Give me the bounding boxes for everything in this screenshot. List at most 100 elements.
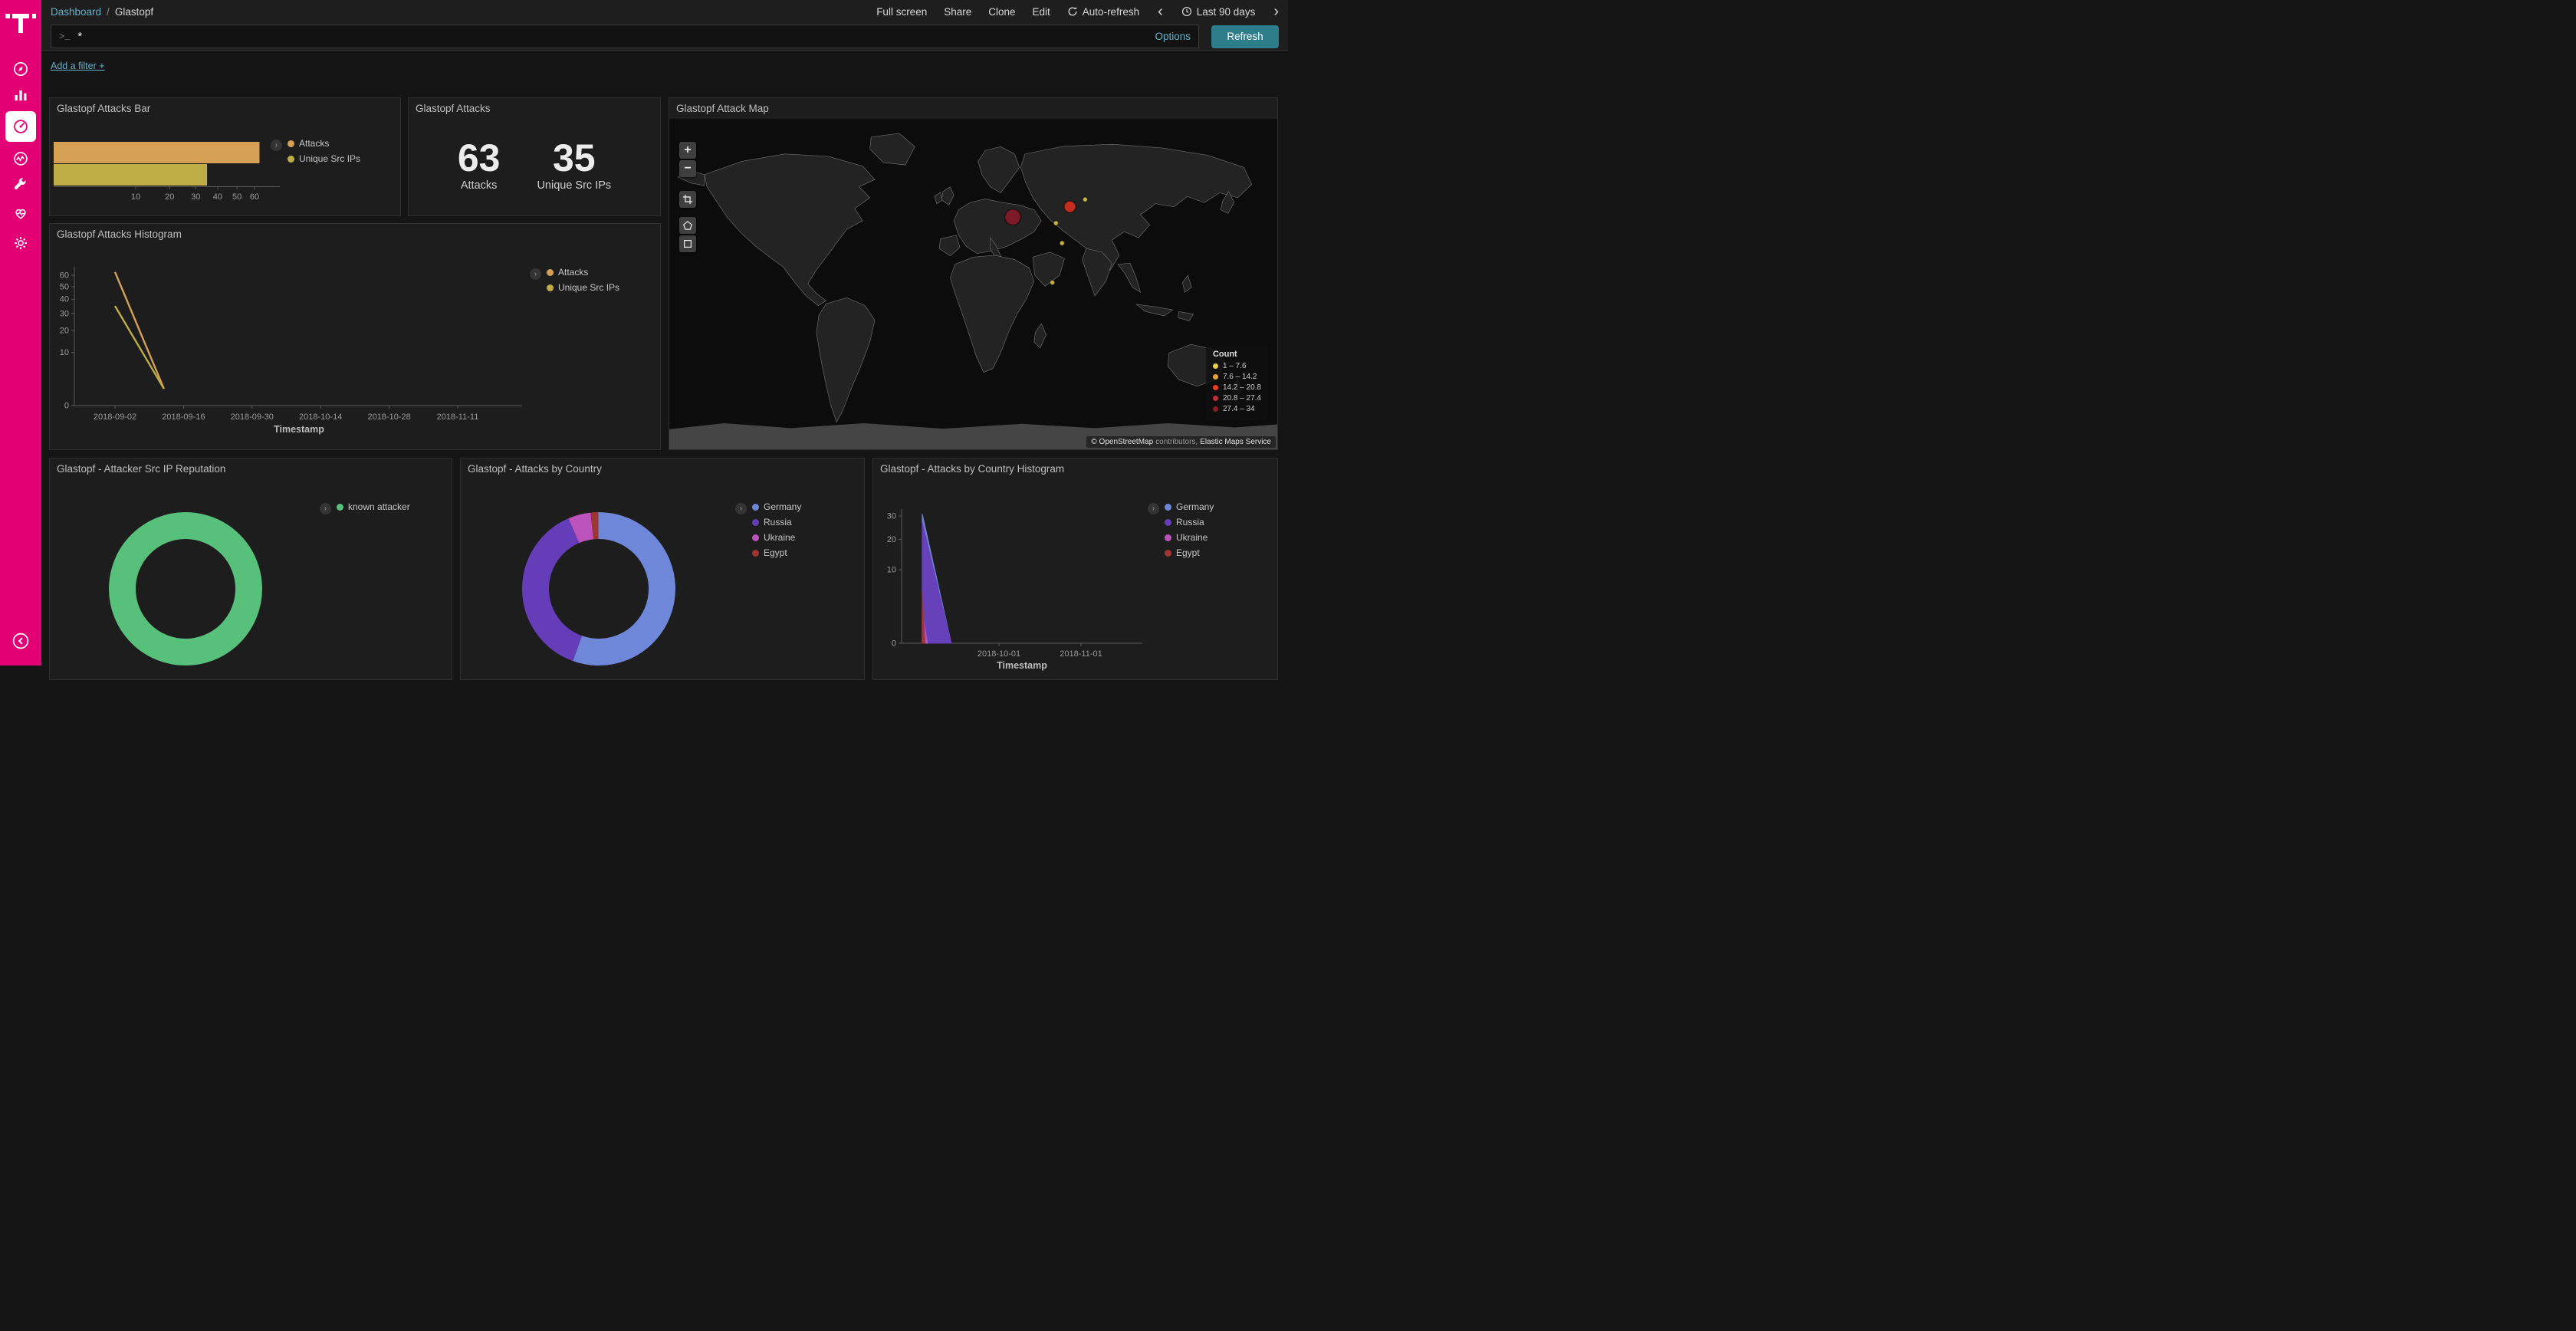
svg-text:2018-11-11: 2018-11-11: [437, 412, 479, 422]
legend-toggle-icon[interactable]: ›: [735, 503, 747, 514]
map-continents: [678, 133, 1252, 422]
legend-label: Russia: [764, 517, 792, 527]
legend-item[interactable]: 14.2 – 20.8: [1213, 383, 1261, 392]
options-link[interactable]: Options: [1155, 31, 1191, 42]
sidebar-item-visualize[interactable]: [5, 80, 36, 110]
logo-dot: [32, 14, 37, 18]
panel-title: Glastopf - Attacks by Country Histogram: [880, 463, 1064, 475]
legend-toggle-icon[interactable]: ›: [1148, 503, 1159, 514]
query-input[interactable]: >_ * Options: [51, 25, 1199, 48]
legend-toggle-icon[interactable]: ›: [320, 503, 331, 514]
legend-item[interactable]: Egypt: [1165, 547, 1214, 558]
sidebar-item-dashboard[interactable]: [5, 111, 36, 142]
panel-attacks-by-country-histogram: Glastopf - Attacks by Country Histogram …: [872, 458, 1278, 680]
panel-src-ip-reputation: Glastopf - Attacker Src IP Reputation › …: [49, 458, 452, 680]
legend-item[interactable]: Unique Src IPs: [288, 153, 360, 164]
legend-item[interactable]: Unique Src IPs: [547, 282, 619, 293]
auto-refresh-label: Auto-refresh: [1083, 6, 1139, 18]
legend-dot: [752, 534, 759, 541]
legend-item[interactable]: 27.4 – 34: [1213, 405, 1261, 413]
svg-text:20: 20: [60, 326, 69, 335]
panel-title: Glastopf Attack Map: [676, 103, 769, 114]
svg-text:2018-10-28: 2018-10-28: [367, 412, 410, 422]
full-screen-button[interactable]: Full screen: [876, 6, 927, 18]
zoom-in-button[interactable]: +: [679, 142, 696, 159]
gear-icon: [12, 235, 29, 251]
svg-text:30: 30: [887, 512, 896, 521]
collapse-navigation-button[interactable]: [5, 626, 36, 656]
filter-bar: Add a filter +: [41, 51, 1288, 84]
query-text[interactable]: *: [77, 30, 1147, 43]
legend-item[interactable]: Egypt: [752, 547, 801, 558]
legend-dot: [1213, 363, 1218, 369]
zoom-out-button[interactable]: −: [679, 160, 696, 177]
osm-attribution[interactable]: © OpenStreetMap: [1091, 438, 1153, 446]
legend-label: Unique Src IPs: [299, 153, 360, 164]
refresh-button[interactable]: Refresh: [1211, 25, 1279, 48]
legend-item[interactable]: Ukraine: [752, 532, 801, 543]
legend-label: Unique Src IPs: [558, 282, 619, 293]
edit-button[interactable]: Edit: [1033, 6, 1050, 18]
legend-item[interactable]: Ukraine: [1165, 532, 1214, 543]
breadcrumb-dashboard-link[interactable]: Dashboard: [51, 6, 101, 18]
svg-text:2018-11-01: 2018-11-01: [1060, 649, 1102, 659]
legend-dot: [752, 550, 759, 557]
legend-toggle-icon[interactable]: ›: [271, 140, 282, 151]
query-prompt-icon: >_: [59, 31, 70, 42]
refresh-icon: [1067, 6, 1078, 17]
svg-text:2018-09-16: 2018-09-16: [162, 412, 205, 422]
sidebar: [0, 0, 41, 666]
add-filter-link[interactable]: Add a filter +: [51, 61, 105, 71]
telekom-logo[interactable]: [0, 0, 41, 46]
legend-items: Germany Russia Ukraine Egypt: [1165, 501, 1214, 563]
legend-item[interactable]: Russia: [1165, 517, 1214, 527]
legend-item[interactable]: Germany: [1165, 501, 1214, 512]
legend-dot: [1213, 385, 1218, 390]
legend-item[interactable]: 1 – 7.6: [1213, 362, 1261, 370]
legend-item[interactable]: 20.8 – 27.4: [1213, 394, 1261, 403]
legend-item[interactable]: known attacker: [337, 501, 410, 512]
legend-item[interactable]: Russia: [752, 517, 801, 527]
legend-label: Ukraine: [1176, 532, 1208, 543]
svg-text:60: 60: [60, 271, 69, 281]
legend-dot: [1165, 534, 1171, 541]
legend-dot: [752, 519, 759, 526]
legend: › Germany Russia Ukraine Egypt: [1148, 501, 1214, 563]
crop-tool-button[interactable]: [679, 191, 696, 208]
legend-toggle-icon[interactable]: ›: [530, 268, 541, 280]
panel-title: Glastopf - Attacks by Country: [468, 463, 602, 475]
metric-label: Unique Src IPs: [537, 179, 611, 192]
panel-attacks-metric: Glastopf Attacks 63 Attacks 35 Unique Sr…: [408, 97, 661, 216]
legend-item[interactable]: Attacks: [288, 138, 360, 149]
svg-text:Timestamp: Timestamp: [997, 660, 1047, 671]
legend-item[interactable]: Germany: [752, 501, 801, 512]
sidebar-item-management[interactable]: [5, 228, 36, 258]
clone-button[interactable]: Clone: [988, 6, 1015, 18]
legend-item[interactable]: Attacks: [547, 267, 619, 278]
legend-dot: [1165, 519, 1171, 526]
sidebar-item-monitoring[interactable]: [5, 198, 36, 228]
attacks-line-chart: 01020304050602018-09-022018-09-162018-09…: [50, 224, 661, 450]
time-back-button[interactable]: ‹: [1156, 6, 1165, 17]
ems-attribution[interactable]: Elastic Maps Service: [1200, 438, 1271, 446]
legend-label: Ukraine: [764, 532, 795, 543]
time-forward-button[interactable]: ›: [1272, 6, 1280, 17]
legend-item[interactable]: 7.6 – 14.2: [1213, 373, 1261, 381]
time-range-button[interactable]: Last 90 days: [1181, 6, 1256, 18]
legend-label: Russia: [1176, 517, 1204, 527]
auto-refresh-button[interactable]: Auto-refresh: [1067, 6, 1139, 18]
attribution-text: contributors,: [1155, 438, 1198, 446]
legend-label: 27.4 – 34: [1223, 405, 1255, 413]
heartbeat-icon: [12, 205, 29, 222]
panel-title: Glastopf Attacks Histogram: [57, 228, 182, 240]
sidebar-item-dev-tools[interactable]: [5, 169, 36, 200]
rectangle-tool-button[interactable]: [679, 235, 696, 252]
breadcrumb-separator: /: [107, 6, 110, 18]
topbar: Dashboard / Glastopf Full screen Share C…: [41, 0, 1288, 23]
polygon-tool-button[interactable]: [679, 217, 696, 234]
legend-dot: [1165, 504, 1171, 511]
legend-label: Attacks: [558, 267, 588, 278]
share-button[interactable]: Share: [944, 6, 971, 18]
svg-text:10: 10: [131, 192, 140, 202]
svg-text:2018-10-01: 2018-10-01: [978, 649, 1020, 659]
